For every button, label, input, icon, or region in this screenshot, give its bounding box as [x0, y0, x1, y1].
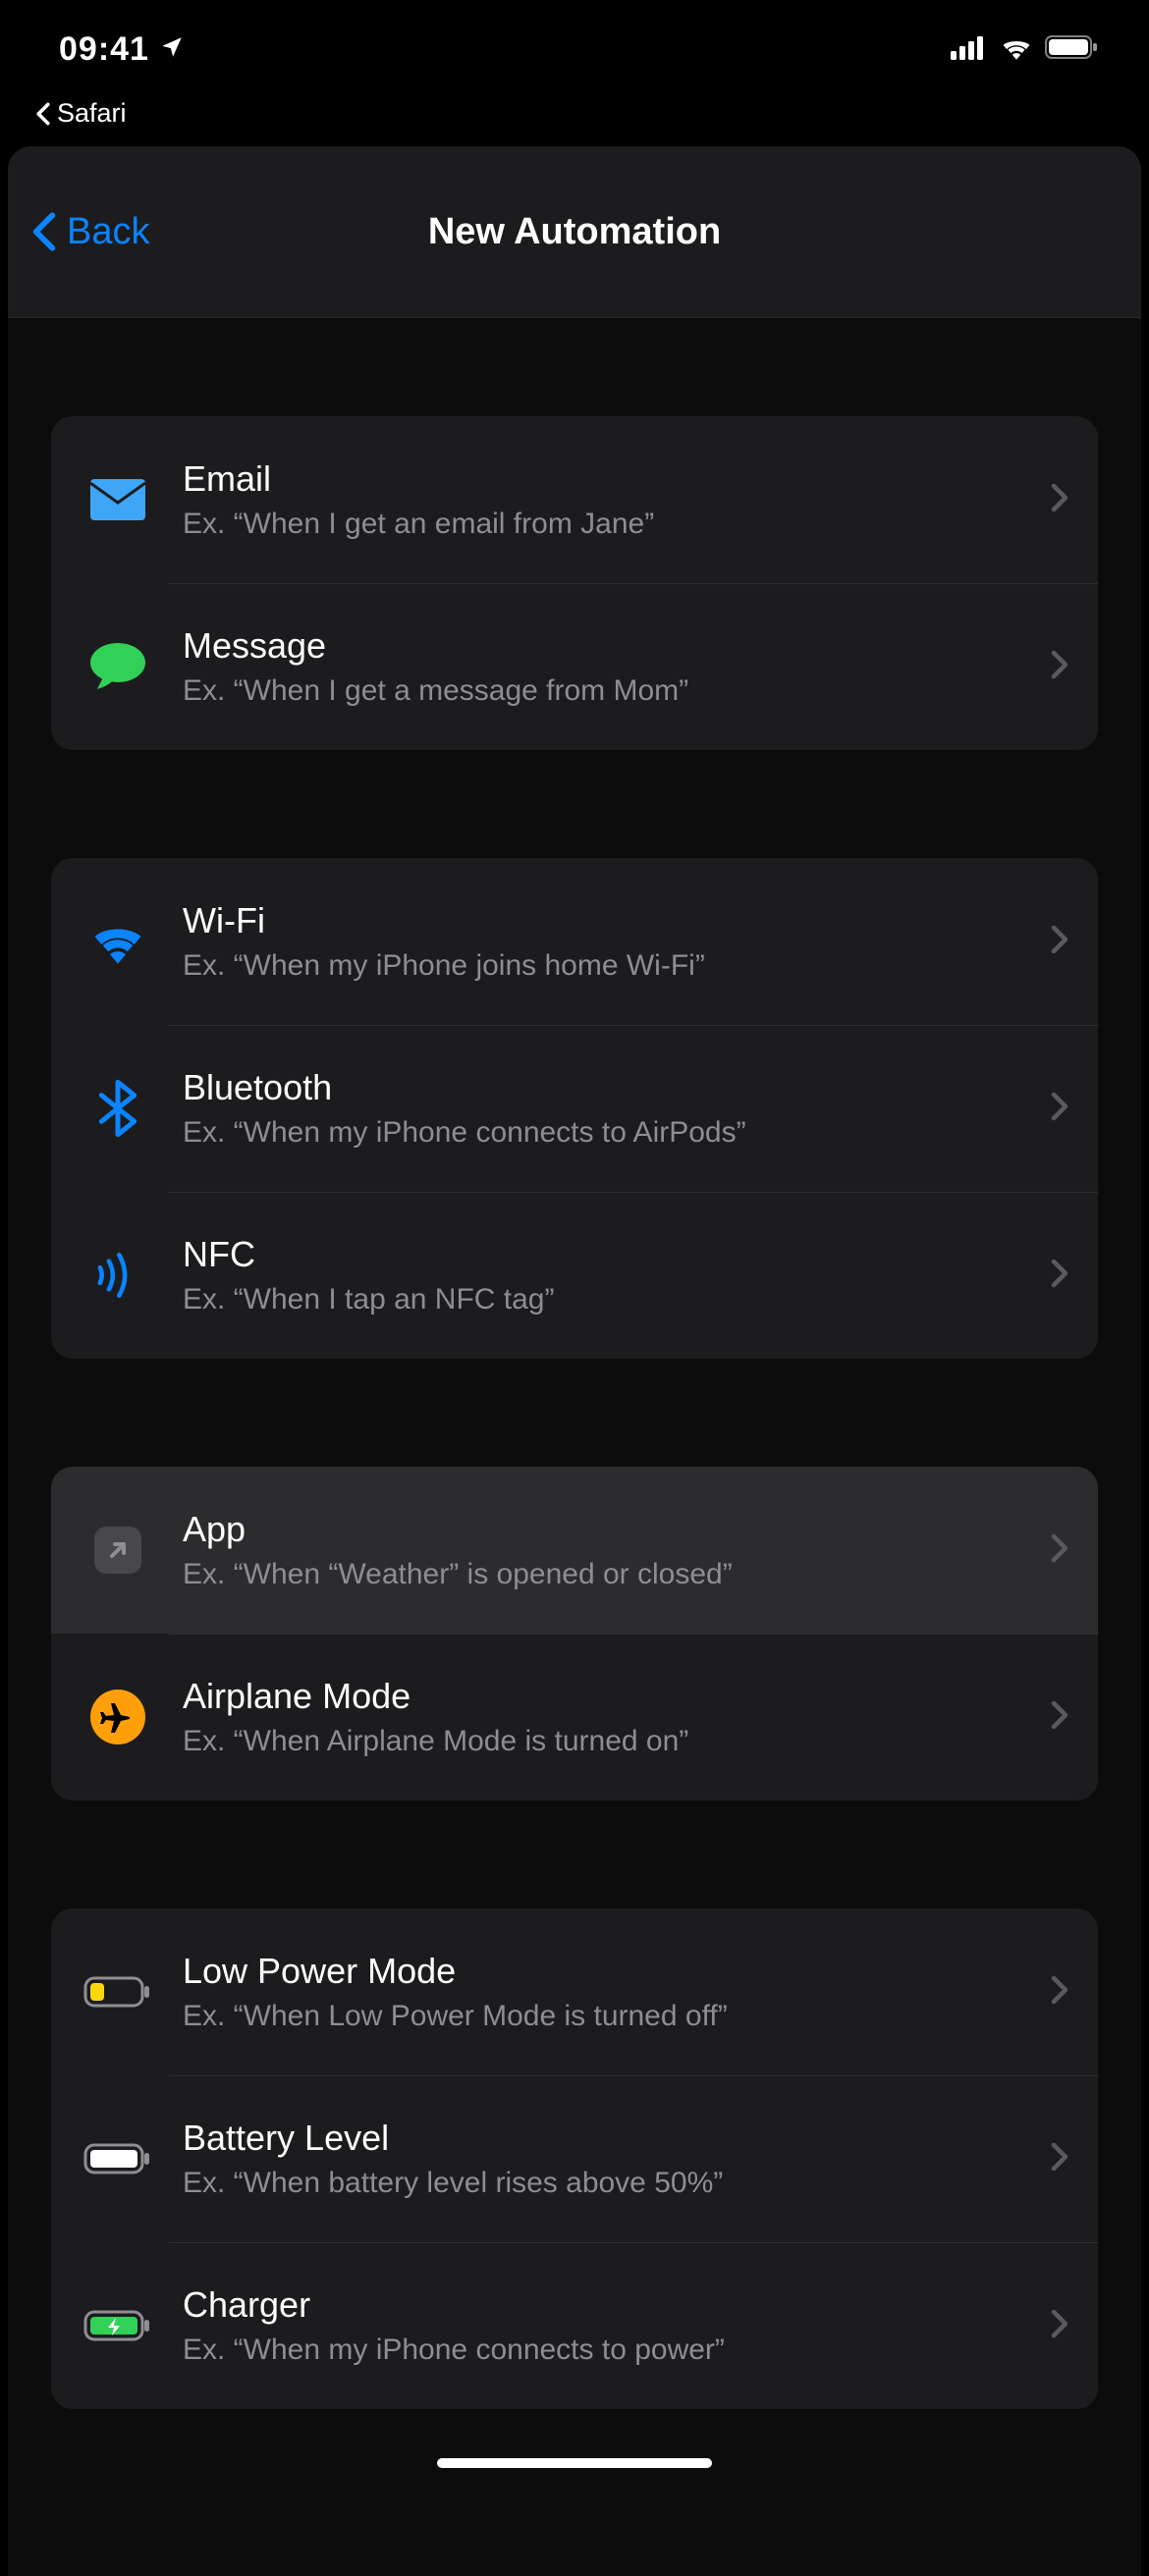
- trigger-row-wifi[interactable]: Wi-Fi Ex. “When my iPhone joins home Wi-F…: [51, 858, 1098, 1025]
- trigger-title: Wi-Fi: [183, 900, 1051, 941]
- battery-icon: [69, 2120, 167, 2198]
- trigger-group: Email Ex. “When I get an email from Jane”…: [51, 416, 1098, 750]
- battery-status-icon: [1045, 34, 1100, 65]
- trigger-subtitle: Ex. “When “Weather” is opened or closed”: [183, 1558, 1051, 1591]
- status-time: 09:41: [59, 30, 149, 69]
- trigger-title: Email: [183, 458, 1051, 500]
- trigger-title: App: [183, 1509, 1051, 1550]
- trigger-subtitle: Ex. “When my iPhone connects to AirPods”: [183, 1116, 1051, 1150]
- trigger-title: Battery Level: [183, 2118, 1051, 2159]
- trigger-group: Wi-Fi Ex. “When my iPhone joins home Wi-F…: [51, 858, 1098, 1359]
- chevron-right-icon: [1051, 1259, 1068, 1293]
- airplane-icon: [69, 1678, 167, 1756]
- trigger-subtitle: Ex. “When my iPhone connects to power”: [183, 2334, 1051, 2367]
- status-bar: 09:41: [0, 0, 1149, 98]
- trigger-row-app[interactable]: App Ex. “When “Weather” is opened or clos…: [51, 1467, 1098, 1634]
- trigger-subtitle: Ex. “When I tap an NFC tag”: [183, 1283, 1051, 1316]
- trigger-title: Charger: [183, 2284, 1051, 2326]
- email-icon: [69, 460, 167, 539]
- bluetooth-icon: [69, 1069, 167, 1148]
- charger-icon: [69, 2286, 167, 2365]
- cellular-icon: [951, 34, 988, 65]
- trigger-row-email[interactable]: Email Ex. “When I get an email from Jane”: [51, 416, 1098, 583]
- breadcrumb-back-to-safari[interactable]: Safari: [0, 98, 1149, 146]
- back-label: Back: [67, 211, 149, 253]
- chevron-right-icon: [1051, 1700, 1068, 1735]
- app-icon: [69, 1511, 167, 1589]
- trigger-title: Airplane Mode: [183, 1676, 1051, 1717]
- trigger-subtitle: Ex. “When my iPhone joins home Wi-Fi”: [183, 949, 1051, 983]
- chevron-right-icon: [1051, 2309, 1068, 2343]
- chevron-right-icon: [1051, 925, 1068, 959]
- trigger-row-battery[interactable]: Battery Level Ex. “When battery level ris…: [51, 2075, 1098, 2242]
- chevron-right-icon: [1051, 1092, 1068, 1126]
- trigger-subtitle: Ex. “When battery level rises above 50%”: [183, 2167, 1051, 2200]
- trigger-title: Message: [183, 625, 1051, 667]
- trigger-subtitle: Ex. “When I get a message from Mom”: [183, 674, 1051, 708]
- wifi-icon: [69, 902, 167, 981]
- trigger-row-airplane[interactable]: Airplane Mode Ex. “When Airplane Mode is …: [51, 1634, 1098, 1800]
- trigger-row-bluetooth[interactable]: Bluetooth Ex. “When my iPhone connects to…: [51, 1025, 1098, 1192]
- trigger-row-lowpower[interactable]: Low Power Mode Ex. “When Low Power Mode i…: [51, 1908, 1098, 2075]
- trigger-subtitle: Ex. “When Low Power Mode is turned off”: [183, 2000, 1051, 2033]
- trigger-group: App Ex. “When “Weather” is opened or clos…: [51, 1467, 1098, 1800]
- message-icon: [69, 627, 167, 706]
- trigger-row-charger[interactable]: Charger Ex. “When my iPhone connects to p…: [51, 2242, 1098, 2409]
- page-title: New Automation: [428, 211, 721, 253]
- back-button[interactable]: Back: [31, 211, 149, 253]
- chevron-right-icon: [1051, 483, 1068, 517]
- trigger-row-nfc[interactable]: NFC Ex. “When I tap an NFC tag”: [51, 1192, 1098, 1359]
- location-icon: [159, 34, 185, 65]
- trigger-row-message[interactable]: Message Ex. “When I get a message from Mo…: [51, 583, 1098, 750]
- nav-header: Back New Automation: [8, 146, 1141, 318]
- trigger-subtitle: Ex. “When I get an email from Jane”: [183, 508, 1051, 541]
- trigger-title: NFC: [183, 1234, 1051, 1275]
- trigger-group: Low Power Mode Ex. “When Low Power Mode i…: [51, 1908, 1098, 2409]
- nfc-icon: [69, 1236, 167, 1315]
- wifi-status-icon: [1000, 34, 1033, 65]
- chevron-right-icon: [1051, 1533, 1068, 1568]
- chevron-right-icon: [1051, 2142, 1068, 2176]
- chevron-right-icon: [1051, 650, 1068, 684]
- trigger-title: Low Power Mode: [183, 1951, 1051, 1992]
- automation-trigger-list: Email Ex. “When I get an email from Jane”…: [8, 318, 1141, 2576]
- trigger-subtitle: Ex. “When Airplane Mode is turned on”: [183, 1725, 1051, 1758]
- trigger-title: Bluetooth: [183, 1067, 1051, 1108]
- lowpower-icon: [69, 1953, 167, 2031]
- chevron-right-icon: [1051, 1975, 1068, 2010]
- breadcrumb-label: Safari: [57, 98, 127, 129]
- home-indicator[interactable]: [437, 2458, 712, 2468]
